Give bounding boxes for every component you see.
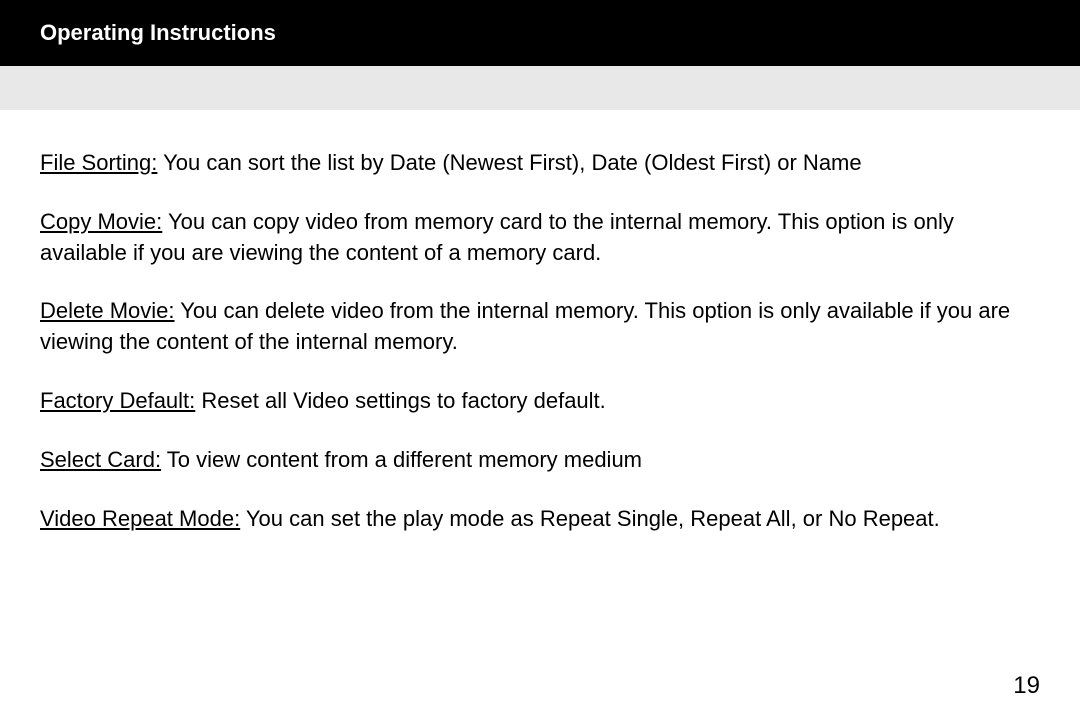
entry-text: You can copy video from memory card to t… <box>40 209 954 265</box>
entry-text: To view content from a different memory … <box>161 447 642 472</box>
entry-select-card: Select Card: To view content from a diff… <box>40 445 1040 476</box>
page-number: 19 <box>1013 672 1040 700</box>
section-title: Operating Instructions <box>40 20 276 45</box>
content-area: File Sorting: You can sort the list by D… <box>0 110 1080 534</box>
entry-label: Copy Movie: <box>40 209 162 234</box>
manual-page: Operating Instructions File Sorting: You… <box>0 0 1080 720</box>
entry-label: Select Card: <box>40 447 161 472</box>
entry-text: Reset all Video settings to factory defa… <box>195 388 606 413</box>
header-gray-bar <box>0 66 1080 110</box>
entry-label: Delete Movie: <box>40 298 175 323</box>
entry-text: You can set the play mode as Repeat Sing… <box>240 506 940 531</box>
entry-label: Factory Default: <box>40 388 195 413</box>
entry-label: Video Repeat Mode: <box>40 506 240 531</box>
entry-text: You can delete video from the internal m… <box>40 298 1010 354</box>
entry-video-repeat-mode: Video Repeat Mode: You can set the play … <box>40 504 1040 535</box>
entry-factory-default: Factory Default: Reset all Video setting… <box>40 386 1040 417</box>
entry-label: File Sorting: <box>40 150 157 175</box>
header-black-bar: Operating Instructions <box>0 0 1080 66</box>
entry-delete-movie: Delete Movie: You can delete video from … <box>40 296 1040 358</box>
entry-text: You can sort the list by Date (Newest Fi… <box>157 150 861 175</box>
entry-copy-movie: Copy Movie: You can copy video from memo… <box>40 207 1040 269</box>
entry-file-sorting: File Sorting: You can sort the list by D… <box>40 148 1040 179</box>
